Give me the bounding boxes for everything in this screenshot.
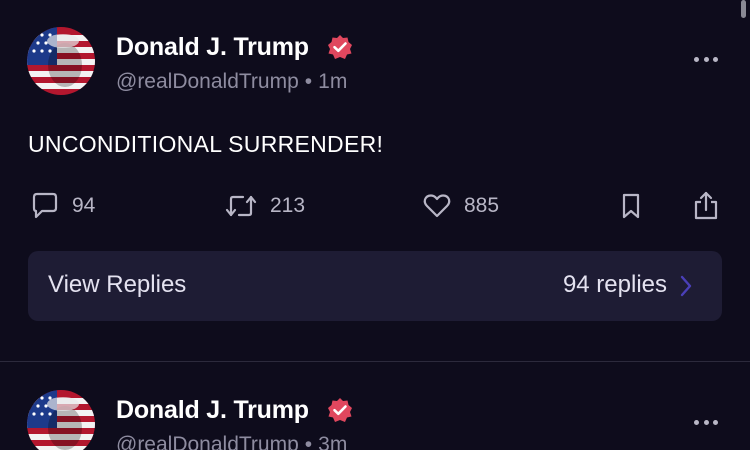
like-button[interactable]: 885 [422,190,499,222]
post-time: 3m [318,433,348,450]
bookmark-button[interactable] [618,190,644,222]
repost-icon [225,195,257,217]
share-icon [694,191,718,220]
reply-count: 94 [72,194,96,217]
meta-separator: • [304,433,313,450]
more-options-icon[interactable] [690,47,722,71]
post: Donald J. Trump @realDonaldTrump • 3m [0,363,750,450]
chevron-right-icon [680,275,692,297]
meta-separator: • [304,70,313,93]
post-divider [0,361,750,362]
post-meta: @realDonaldTrump • 1m [116,70,347,94]
author-handle[interactable]: @realDonaldTrump [116,433,299,450]
verified-badge-icon [328,398,352,422]
more-options-icon[interactable] [690,410,722,434]
post-meta: @realDonaldTrump • 3m [116,433,347,450]
post: Donald J. Trump @realDonaldTrump • 1m UNCO… [0,0,750,362]
bookmark-icon [622,193,640,219]
post-feed: Donald J. Trump @realDonaldTrump • 1m UNCO… [0,0,750,450]
view-replies-label: View Replies [48,271,187,298]
post-time: 1m [318,70,348,93]
replies-count-label: 94 replies [562,271,667,298]
view-replies-button[interactable]: View Replies 94 replies [28,251,722,321]
repost-count: 213 [270,194,306,217]
comment-icon [32,192,58,219]
author-name[interactable]: Donald J. Trump [116,396,309,425]
repost-button[interactable]: 213 [224,190,305,222]
verified-badge-icon [328,35,352,59]
post-text: UNCONDITIONAL SURRENDER! [28,131,384,157]
author-handle[interactable]: @realDonaldTrump [116,70,299,93]
heart-icon [423,194,451,218]
reply-button[interactable]: 94 [30,190,95,222]
author-name[interactable]: Donald J. Trump [116,33,309,62]
like-count: 885 [464,194,500,217]
share-button[interactable] [692,190,720,222]
avatar[interactable] [27,390,95,450]
avatar[interactable] [27,27,95,95]
